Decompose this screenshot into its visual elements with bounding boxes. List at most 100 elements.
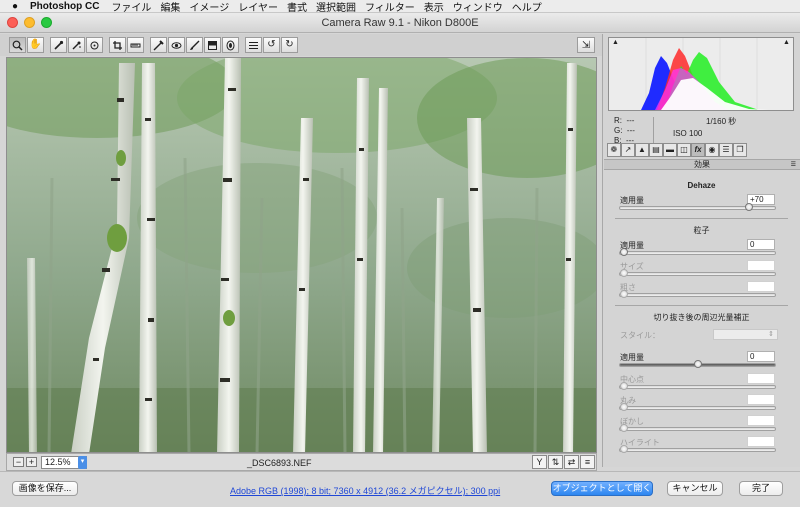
dehaze-amount-slider[interactable]: [619, 203, 776, 211]
adjustment-brush-button[interactable]: [186, 37, 203, 53]
vignette-roundness-slider: [619, 403, 776, 411]
red-eye-removal-tool-button[interactable]: [168, 37, 185, 53]
preview-photo: [7, 58, 596, 452]
rotate-ccw-button[interactable]: ↺: [263, 37, 280, 53]
aperture-icon: ❁: [610, 145, 618, 154]
highlight-clipping-warning-icon[interactable]: ▲: [783, 39, 791, 46]
adjustment-brush-icon: [190, 40, 200, 50]
minimize-window-button[interactable]: [24, 17, 35, 28]
before-after-toggle-button[interactable]: Y: [532, 455, 547, 469]
preferences-button[interactable]: [245, 37, 262, 53]
color-sampler-tool-button[interactable]: [68, 37, 85, 53]
hand-tool-icon: ✋: [29, 39, 42, 50]
rotate-ccw-icon: ↺: [267, 39, 276, 50]
tab-camera-calibration[interactable]: ◉: [705, 143, 719, 157]
color-sampler-tool-icon: [72, 41, 81, 49]
straighten-tool-icon: [130, 43, 141, 47]
graduated-filter-icon: [208, 40, 217, 50]
menu-help[interactable]: ヘルプ: [512, 0, 551, 14]
vignette-midpoint-thumb: [620, 382, 628, 390]
tab-lens-corrections[interactable]: ◫: [677, 143, 691, 157]
full-screen-icon: ⇲: [581, 39, 591, 51]
grain-amount-field[interactable]: 0: [747, 239, 775, 250]
tab-presets[interactable]: ☰: [719, 143, 733, 157]
menu-app-name[interactable]: Photoshop CC: [30, 1, 111, 12]
vignette-highlights-thumb: [620, 445, 628, 453]
menu-type[interactable]: 書式: [287, 0, 316, 14]
tab-hsl[interactable]: ▤: [649, 143, 663, 157]
readout-r: R: ---: [614, 116, 635, 125]
close-window-button[interactable]: [7, 17, 18, 28]
list-icon: ≡: [584, 457, 591, 467]
rotate-cw-button[interactable]: ↻: [281, 37, 298, 53]
grain-amount-slider[interactable]: [619, 248, 776, 256]
vignette-feather-slider: [619, 424, 776, 432]
section-divider: [615, 218, 788, 219]
grain-size-field: [747, 260, 775, 271]
grain-amount-thumb[interactable]: [620, 248, 628, 256]
workflow-options-link[interactable]: Adobe RGB (1998); 8 bit; 7360 x 4912 (36…: [230, 484, 500, 497]
menu-image[interactable]: イメージ: [189, 0, 238, 14]
crop-tool-button[interactable]: [109, 37, 126, 53]
vignette-midpoint-field: [747, 373, 775, 384]
zoom-window-button[interactable]: [41, 17, 52, 28]
vignette-amount-label: 適用量: [620, 353, 644, 362]
panel-menu-icon[interactable]: ☰: [791, 161, 796, 170]
save-image-button[interactable]: 画像を保存...: [12, 481, 78, 496]
grain-title: 粒子: [693, 226, 710, 235]
apple-menu-icon[interactable]: ●: [0, 1, 30, 12]
tab-detail[interactable]: ▲: [635, 143, 649, 157]
vignette-amount-field[interactable]: 0: [747, 351, 775, 362]
vignette-roundness-thumb: [620, 403, 628, 411]
tab-snapshots[interactable]: ❐: [733, 143, 747, 157]
readout-g: G: ---: [614, 126, 635, 135]
camera-icon: ◉: [708, 145, 716, 154]
white-balance-tool-button[interactable]: [50, 37, 67, 53]
tool-strip: ✋ ↺ ↻: [9, 37, 299, 53]
preferences-icon: [249, 41, 258, 49]
hand-tool-button[interactable]: ✋: [27, 37, 44, 53]
copy-settings-button[interactable]: ⇄: [564, 455, 579, 469]
tab-basic[interactable]: ❁: [607, 143, 621, 157]
spot-removal-tool-button[interactable]: [150, 37, 167, 53]
tab-split-toning[interactable]: ▬: [663, 143, 677, 157]
dehaze-amount-thumb[interactable]: [744, 203, 753, 211]
vignette-amount-slider[interactable]: [619, 360, 776, 368]
menu-window[interactable]: ウィンドウ: [453, 0, 512, 14]
menu-layer[interactable]: レイヤー: [238, 0, 287, 14]
vignette-style-label: スタイル：: [620, 331, 660, 340]
menu-edit[interactable]: 編集: [160, 0, 189, 14]
cancel-button[interactable]: キャンセル: [667, 481, 723, 496]
done-button[interactable]: 完了: [739, 481, 783, 496]
menu-view[interactable]: 表示: [424, 0, 453, 14]
zoom-in-button[interactable]: +: [26, 457, 37, 467]
tab-effects[interactable]: fx: [691, 143, 705, 157]
graduated-filter-button[interactable]: [204, 37, 221, 53]
targeted-adjustment-tool-button[interactable]: [86, 37, 103, 53]
image-preview[interactable]: [6, 57, 597, 453]
straighten-tool-button[interactable]: [127, 37, 144, 53]
red-eye-removal-tool-icon: [171, 41, 182, 49]
vignette-amount-thumb[interactable]: [693, 360, 702, 368]
zoom-tool-button[interactable]: [9, 37, 26, 53]
zoom-tool-icon: [12, 40, 23, 51]
radial-filter-icon: [226, 40, 235, 50]
menu-filter[interactable]: フィルター: [365, 0, 424, 14]
histogram: ▲ ▲: [608, 37, 794, 111]
swap-settings-button[interactable]: ⇅: [548, 455, 563, 469]
grain-roughness-field: [747, 281, 775, 292]
shadow-clipping-warning-icon[interactable]: ▲: [612, 39, 620, 46]
grain-size-slider: [619, 269, 776, 277]
radial-filter-button[interactable]: [222, 37, 239, 53]
preview-preferences-button[interactable]: ≡: [580, 455, 595, 469]
grain-roughness-thumb: [620, 290, 628, 298]
tab-tone-curve[interactable]: ↗: [621, 143, 635, 157]
zoom-out-button[interactable]: −: [13, 457, 24, 467]
zoom-level-select[interactable]: 12.5% ▾: [41, 456, 87, 469]
open-object-button[interactable]: オブジェクトとして開く: [551, 481, 653, 496]
toggle-full-screen-button[interactable]: ⇲: [577, 37, 595, 53]
preview-status-bar: − + 12.5% ▾ _DSC6893.NEF Y ⇅ ⇄ ≡: [6, 453, 597, 471]
menu-select[interactable]: 選択範囲: [316, 0, 365, 14]
menu-file[interactable]: ファイル: [111, 0, 160, 14]
section-divider: [615, 305, 788, 306]
